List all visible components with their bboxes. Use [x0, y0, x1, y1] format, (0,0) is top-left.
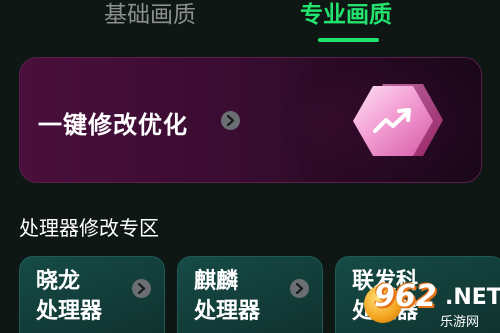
trend-up-icon	[373, 108, 411, 133]
tab-pro-quality[interactable]: 专业画质	[300, 0, 392, 32]
active-tab-indicator	[318, 38, 379, 42]
processor-name-line2: 处理器	[36, 299, 103, 324]
one-key-optimize-card[interactable]: 一键修改优化	[19, 57, 482, 183]
watermark-logo-text: 962	[374, 279, 437, 314]
tab-basic-quality[interactable]: 基础画质	[104, 0, 196, 32]
chevron-right-icon	[132, 279, 151, 298]
watermark-site-name: 乐游网	[440, 315, 480, 330]
processor-name-line2: 处理器	[194, 299, 261, 324]
optimize-badge	[353, 84, 443, 160]
processor-section-title: 处理器修改专区	[19, 216, 159, 240]
snapdragon-processor-card[interactable]: 晓龙 处理器	[19, 256, 165, 333]
kirin-processor-card[interactable]: 麒麟 处理器	[177, 256, 323, 333]
optimize-title: 一键修改优化	[38, 111, 188, 139]
processor-name: 晓龙 处理器	[36, 267, 102, 327]
watermark-domain: .NET	[445, 285, 500, 310]
chevron-right-icon	[221, 111, 240, 130]
chevron-right-icon	[290, 279, 309, 298]
processor-name-line1: 晓龙	[36, 269, 81, 294]
site-watermark: 962 .NET 乐游网	[350, 279, 500, 333]
processor-name-line1: 麒麟	[194, 269, 239, 294]
quality-tabs: 基础画质 专业画质	[0, 0, 500, 46]
processor-name: 麒麟 处理器	[194, 267, 260, 327]
